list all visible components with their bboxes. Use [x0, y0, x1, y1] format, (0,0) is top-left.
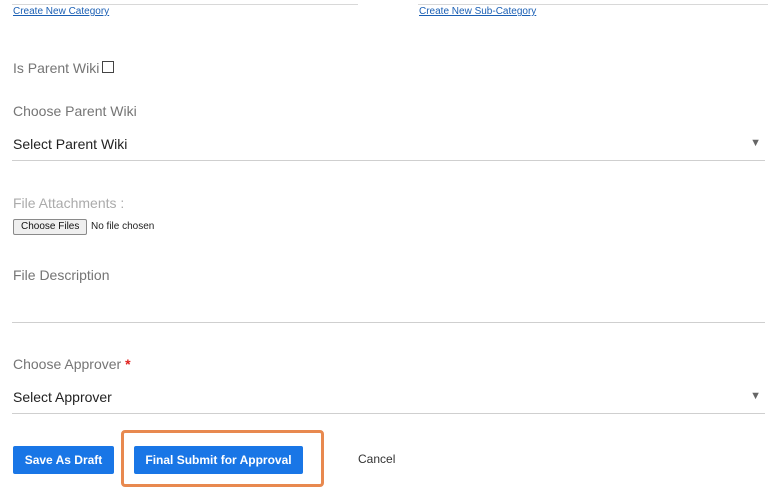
subcategory-field-underline [418, 4, 768, 5]
create-subcategory-link[interactable]: Create New Sub-Category [419, 6, 536, 17]
choose-files-button[interactable]: Choose Files [13, 219, 88, 235]
save-as-draft-button[interactable]: Save As Draft [13, 446, 114, 474]
file-description-input[interactable] [12, 322, 765, 323]
final-submit-button[interactable]: Final Submit for Approval [134, 446, 303, 474]
is-parent-wiki-label: Is Parent Wiki [13, 60, 100, 76]
choose-approver-label: Choose Approver * [13, 356, 131, 372]
choose-parent-wiki-label: Choose Parent Wiki [13, 103, 137, 119]
choose-approver-text: Choose Approver [13, 356, 122, 372]
create-category-link[interactable]: Create New Category [13, 6, 109, 17]
file-description-label: File Description [13, 267, 110, 283]
is-parent-wiki-checkbox[interactable] [102, 61, 114, 73]
approver-select-value: Select Approver [13, 389, 112, 405]
cancel-button[interactable]: Cancel [358, 452, 395, 466]
file-attachments-label: File Attachments : [13, 195, 125, 211]
dropdown-caret-icon: ▼ [750, 137, 761, 149]
file-chosen-status: No file chosen [91, 221, 155, 232]
parent-wiki-select[interactable]: Select Parent Wiki ▼ [12, 130, 765, 161]
parent-wiki-select-value: Select Parent Wiki [13, 136, 128, 152]
required-asterisk: * [125, 356, 131, 372]
approver-select[interactable]: Select Approver ▼ [12, 383, 765, 414]
category-field-underline [12, 4, 358, 5]
wiki-form: Create New Category Create New Sub-Categ… [0, 0, 778, 498]
dropdown-caret-icon: ▼ [750, 390, 761, 402]
